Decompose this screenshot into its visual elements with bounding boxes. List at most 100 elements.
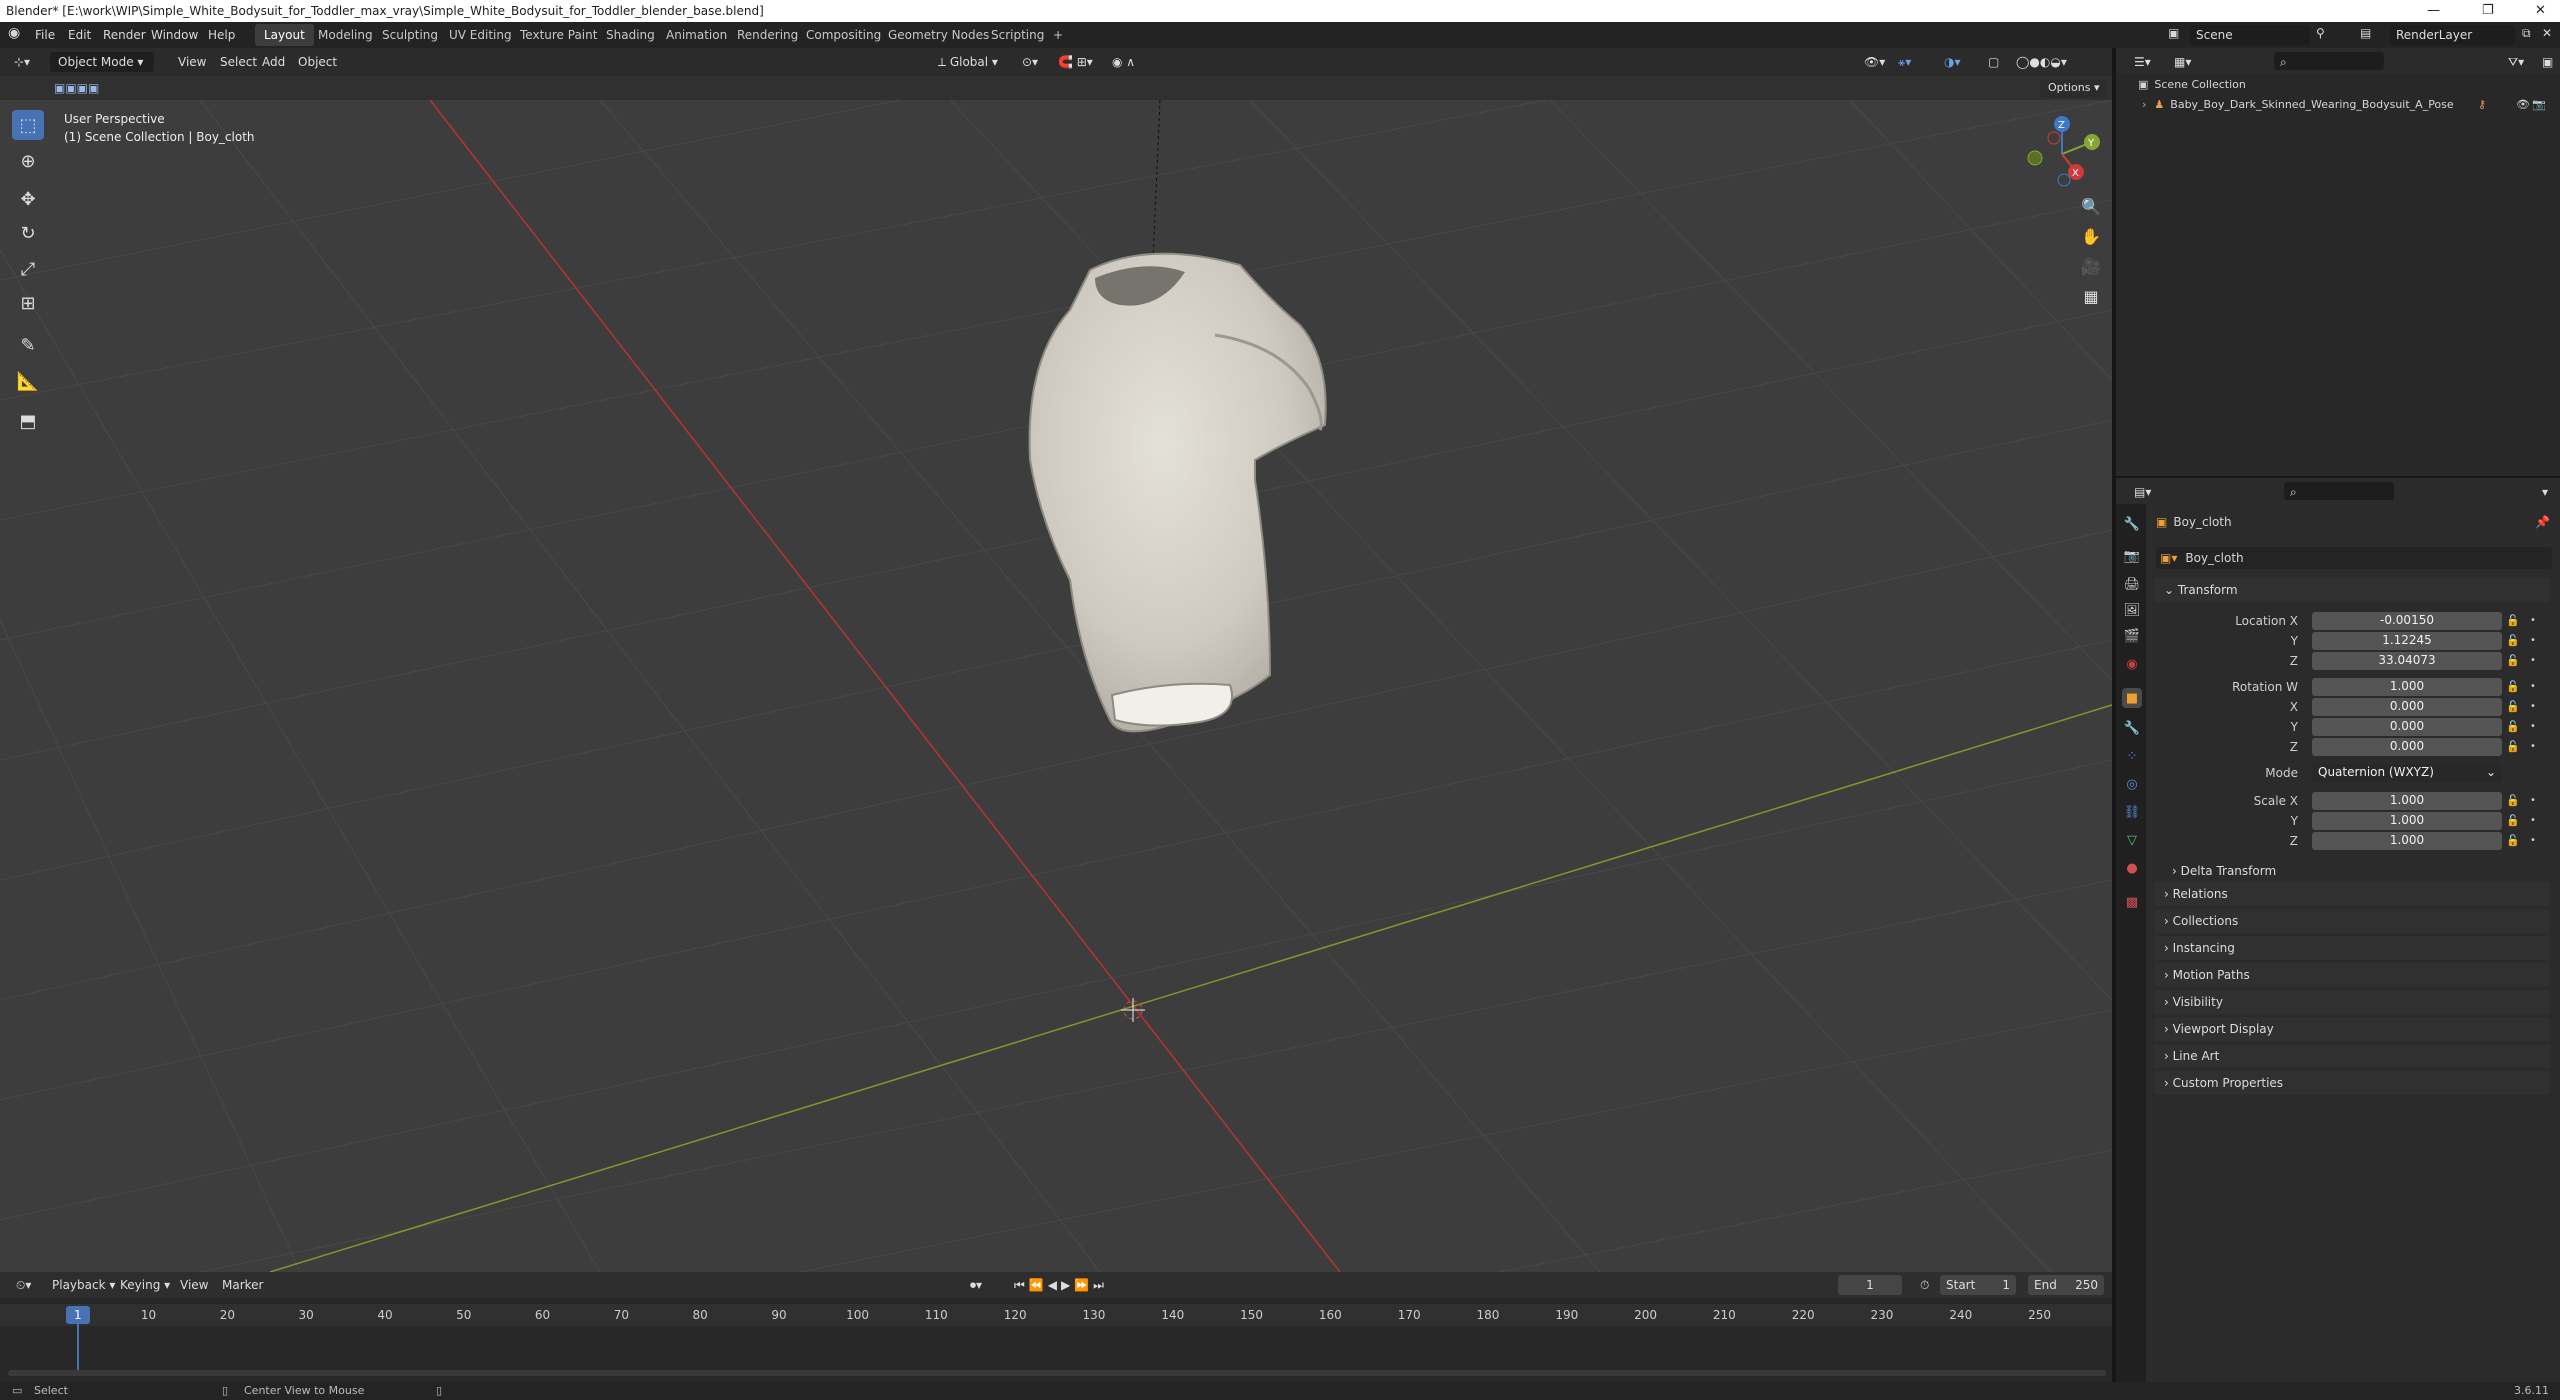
location-x-field[interactable]: -0.00150 — [2312, 612, 2502, 630]
menu-edit[interactable]: Edit — [68, 28, 91, 42]
panel-relations[interactable]: › Relations — [2154, 882, 2550, 906]
rotation-y-field[interactable]: 0.000 — [2312, 718, 2502, 736]
tab-shading[interactable]: Shading — [597, 24, 664, 46]
modifier-tab-icon[interactable]: 🔧 — [2122, 718, 2142, 738]
camera-render-icon[interactable]: 📷 — [2532, 98, 2546, 111]
keyframe-dot-icon[interactable]: • — [2530, 655, 2536, 666]
select-box-tool-icon[interactable]: ⬚ — [12, 110, 44, 140]
location-z-field[interactable]: 33.04073 — [2312, 652, 2502, 670]
add-workspace-button[interactable]: + — [1044, 24, 1072, 46]
overlay-toggle-icon[interactable]: ◑▾ — [1936, 52, 1969, 72]
pan-hand-icon[interactable]: ✋ — [2076, 222, 2106, 250]
transform-tool-icon[interactable]: ⊞ — [12, 288, 44, 318]
record-icon[interactable]: ⏺▾ — [962, 1275, 990, 1295]
armature-data-icon[interactable]: ⚷ — [2478, 98, 2486, 111]
playback-controls-icon[interactable]: ⏮⏪◀▶⏩⏭ — [1006, 1275, 1116, 1295]
rotation-z-field[interactable]: 0.000 — [2312, 738, 2502, 756]
tab-geometry-nodes[interactable]: Geometry Nodes — [879, 24, 998, 46]
properties-options-icon[interactable]: ▾ — [2534, 482, 2556, 502]
object-tab-icon[interactable]: ■ — [2122, 688, 2142, 708]
panel-line-art[interactable]: › Line Art — [2154, 1044, 2550, 1068]
menu-help[interactable]: Help — [208, 28, 235, 42]
render-tab-icon[interactable]: 📷 — [2122, 546, 2142, 566]
lock-icon[interactable]: 🔓 — [2506, 654, 2520, 667]
scale-tool-icon[interactable]: ⤢ — [12, 254, 44, 284]
render-layer-selector[interactable]: RenderLayer — [2390, 25, 2515, 45]
lock-icon[interactable]: 🔓 — [2506, 614, 2520, 627]
properties-search-input[interactable]: ⌕ — [2284, 482, 2394, 500]
lock-icon[interactable]: 🔓 — [2506, 814, 2520, 827]
panel-custom-properties[interactable]: › Custom Properties — [2154, 1071, 2550, 1095]
remove-layer-icon[interactable]: ✕ — [2542, 26, 2552, 40]
keyframe-dot-icon[interactable]: • — [2530, 835, 2536, 846]
scale-z-field[interactable]: 1.000 — [2312, 832, 2502, 850]
tool-tab-icon[interactable]: 🔧 — [2122, 514, 2142, 534]
data-tab-icon[interactable]: ▽ — [2122, 830, 2142, 850]
rotation-mode-select[interactable]: Quaternion (WXYZ) ⌄ — [2312, 764, 2502, 782]
tab-texture-paint[interactable]: Texture Paint — [511, 24, 606, 46]
measure-tool-icon[interactable]: 📐 — [12, 366, 44, 396]
menu-keying[interactable]: Keying ▾ — [112, 1275, 178, 1295]
delta-transform-subpanel[interactable]: › Delta Transform — [2172, 860, 2542, 882]
keyframe-dot-icon[interactable]: • — [2530, 635, 2536, 646]
particles-tab-icon[interactable]: ⁘ — [2122, 746, 2142, 766]
keyframe-dot-icon[interactable]: • — [2530, 701, 2536, 712]
tab-modeling[interactable]: Modeling — [309, 24, 382, 46]
snap-icon[interactable]: 🧲 ⊞▾ — [1050, 52, 1101, 72]
physics-tab-icon[interactable]: ◎ — [2122, 774, 2142, 794]
mode-selector[interactable]: Object Mode ▾ — [50, 52, 154, 72]
rotate-tool-icon[interactable]: ↻ — [12, 218, 44, 248]
tab-layout[interactable]: Layout — [255, 24, 314, 46]
maximize-button[interactable]: ❐ — [2482, 3, 2494, 18]
outliner-root[interactable]: ▣ Scene Collection — [2138, 78, 2246, 91]
editor-type-icon[interactable]: ⊹▾ — [6, 52, 38, 72]
camera-view-icon[interactable]: 🎥 — [2076, 252, 2106, 280]
outliner-editor-icon[interactable]: ☰▾ — [2126, 52, 2159, 72]
visibility-icon[interactable]: 👁▾ — [1856, 52, 1893, 72]
location-y-field[interactable]: 1.12245 — [2312, 632, 2502, 650]
rotation-x-field[interactable]: 0.000 — [2312, 698, 2502, 716]
outliner-row-armature[interactable]: › ♟ Baby_Boy_Dark_Skinned_Wearing_Bodysu… — [2142, 98, 2552, 111]
world-tab-icon[interactable]: ◉ — [2122, 654, 2142, 674]
tab-sculpting[interactable]: Sculpting — [373, 24, 447, 46]
lock-icon[interactable]: 🔓 — [2506, 634, 2520, 647]
minimize-button[interactable]: — — [2427, 3, 2440, 18]
shading-modes-icon[interactable]: ◯●◐◒▾ — [2008, 52, 2075, 72]
close-button[interactable]: ✕ — [2535, 3, 2546, 18]
new-layer-icon[interactable]: ⧉ — [2522, 26, 2531, 41]
texture-tab-icon[interactable]: ▩ — [2122, 892, 2142, 912]
menu-add[interactable]: Add — [254, 52, 293, 72]
timeline-editor-icon[interactable]: ⏲▾ — [8, 1275, 39, 1295]
keyframe-dot-icon[interactable]: • — [2530, 795, 2536, 806]
panel-viewport-display[interactable]: › Viewport Display — [2154, 1017, 2550, 1041]
lock-icon[interactable]: 🔓 — [2506, 794, 2520, 807]
keyframe-dot-icon[interactable]: • — [2530, 741, 2536, 752]
lock-icon[interactable]: 🔓 — [2506, 700, 2520, 713]
menu-render[interactable]: Render — [103, 28, 146, 42]
add-cube-tool-icon[interactable]: ⬒ — [12, 406, 44, 436]
lock-icon[interactable]: 🔓 — [2506, 740, 2520, 753]
panel-instancing[interactable]: › Instancing — [2154, 936, 2550, 960]
lock-icon[interactable]: 🔓 — [2506, 834, 2520, 847]
lock-icon[interactable]: 🔓 — [2506, 680, 2520, 693]
scale-x-field[interactable]: 1.000 — [2312, 792, 2502, 810]
keyframe-dot-icon[interactable]: • — [2530, 815, 2536, 826]
options-button[interactable]: Options ▾ — [2040, 80, 2108, 98]
end-frame-field[interactable]: End 250 — [2028, 1275, 2104, 1295]
tab-scripting[interactable]: Scripting — [982, 24, 1053, 46]
transform-panel-header[interactable]: ⌄ Transform — [2154, 578, 2550, 602]
rotation-w-field[interactable]: 1.000 — [2312, 678, 2502, 696]
menu-window[interactable]: Window — [151, 28, 198, 42]
output-tab-icon[interactable]: 🖨 — [2122, 574, 2142, 594]
cursor-tool-icon[interactable]: ⊕ — [12, 146, 44, 176]
proportional-edit-icon[interactable]: ◉ ∧ — [1104, 52, 1143, 72]
menu-marker[interactable]: Marker — [214, 1275, 271, 1295]
scene-tab-icon[interactable]: 🎬 — [2122, 626, 2142, 646]
zoom-icon[interactable]: 🔍 — [2076, 192, 2106, 220]
xray-icon[interactable]: ▢ — [1980, 52, 2007, 72]
timeline-scrollbar[interactable] — [8, 1370, 2106, 1376]
orientation-selector[interactable]: ⟂ Global ▾ — [930, 52, 1006, 72]
scene-icon[interactable]: ▣ — [2168, 26, 2179, 40]
menu-file[interactable]: File — [35, 28, 55, 42]
start-frame-field[interactable]: Start 1 — [1940, 1275, 2016, 1295]
